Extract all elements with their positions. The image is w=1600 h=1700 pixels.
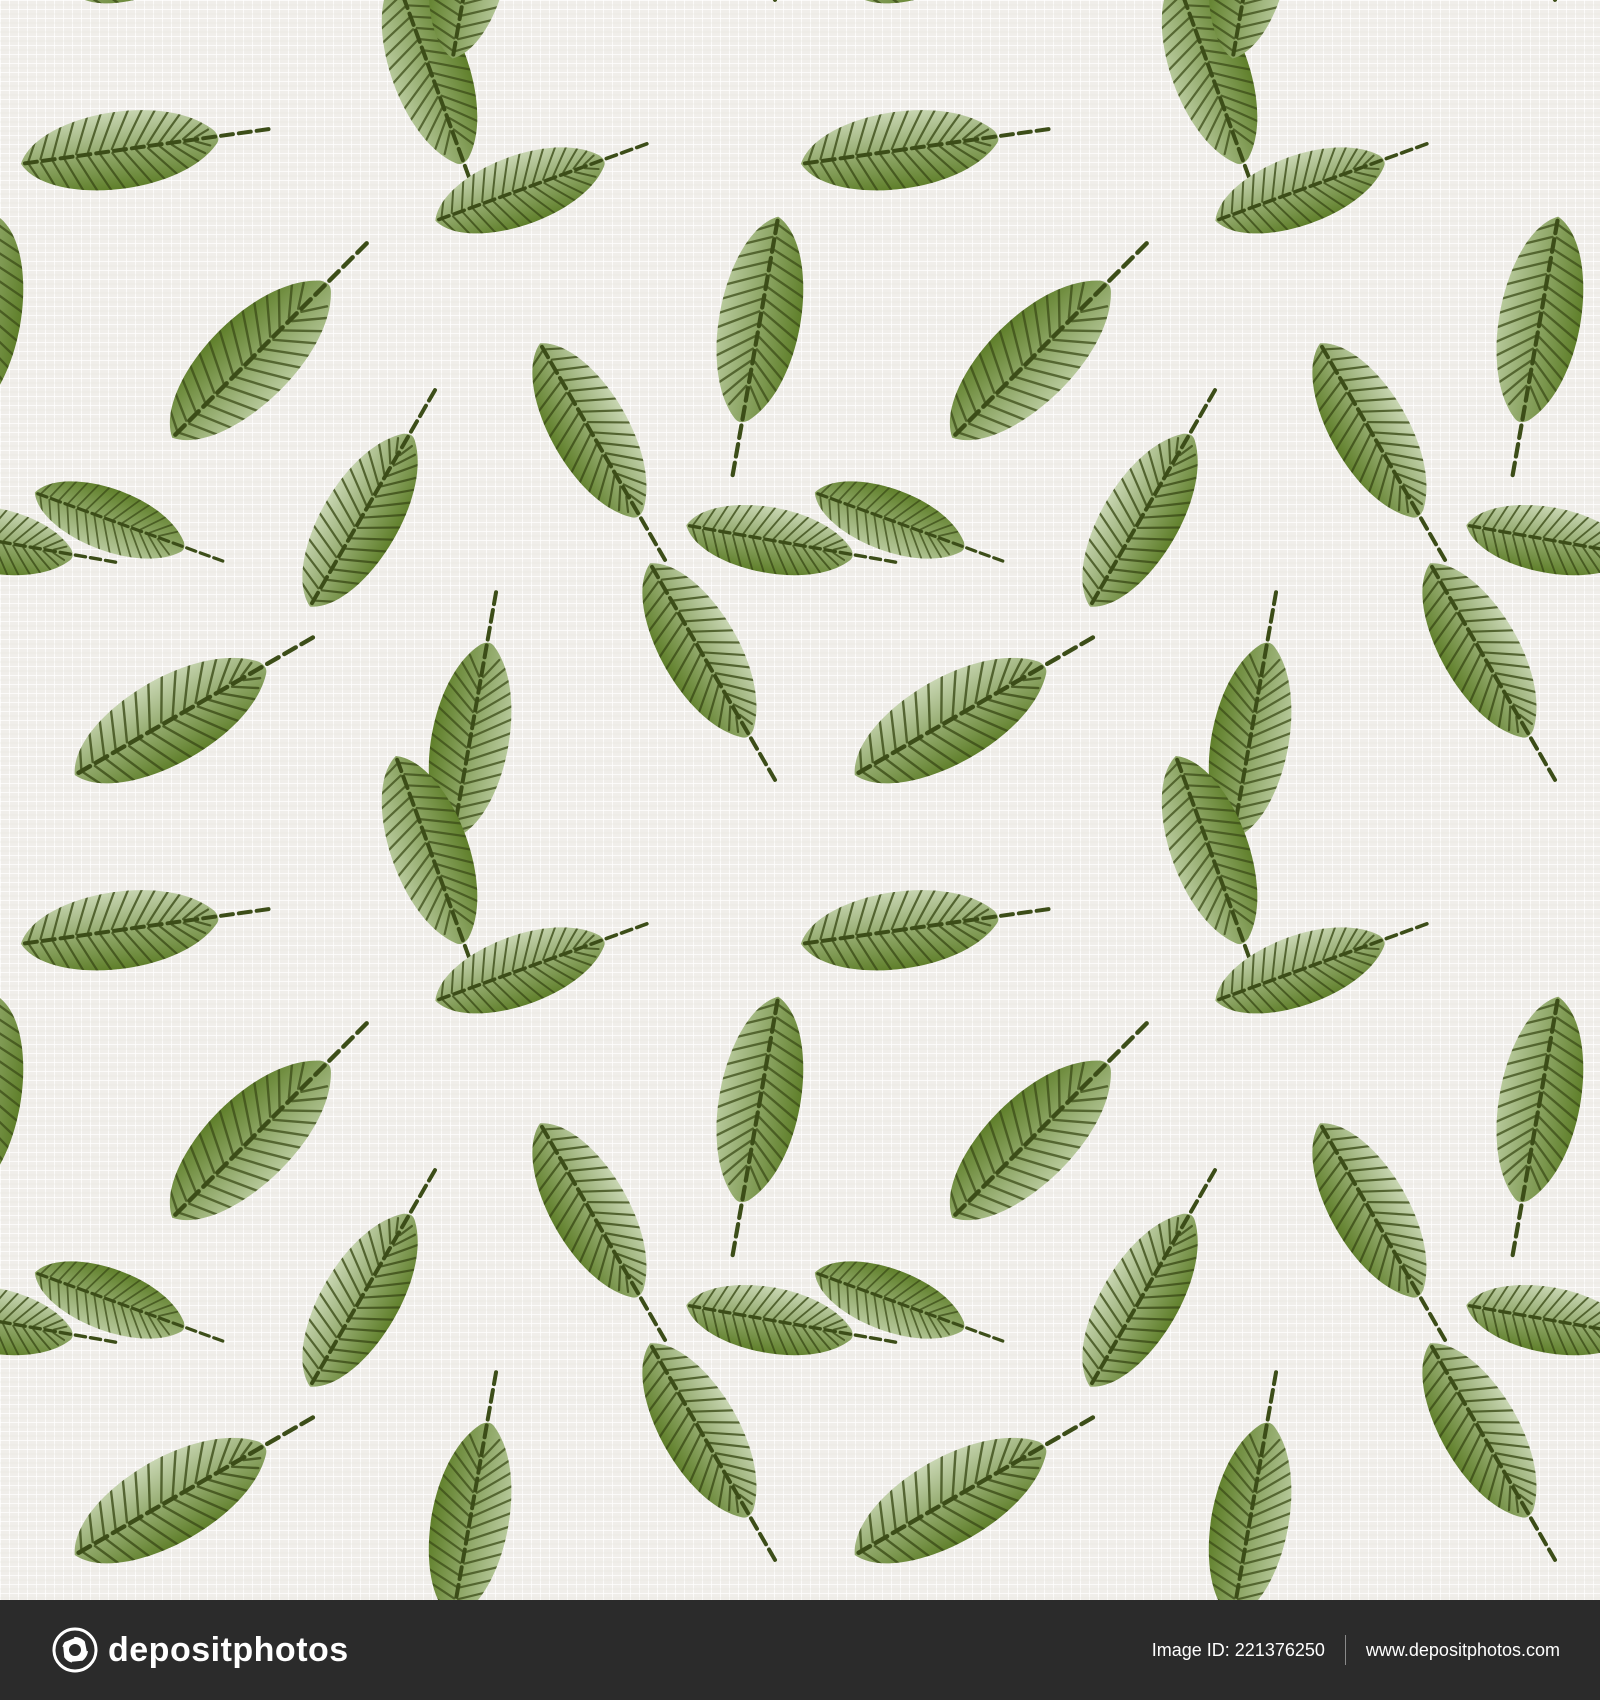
image-id-text: Image ID: 221376250 xyxy=(1152,1640,1325,1661)
brand-block: depositphotos xyxy=(52,1627,349,1673)
watermark-footer: depositphotos Image ID: 221376250 www.de… xyxy=(0,1600,1600,1700)
stock-photo-frame: depositphotos Image ID: 221376250 www.de… xyxy=(0,0,1600,1700)
camera-aperture-icon xyxy=(52,1627,98,1673)
pattern-canvas xyxy=(0,0,1600,1600)
image-id-value: 221376250 xyxy=(1234,1639,1325,1660)
meta-divider xyxy=(1344,1635,1346,1665)
image-meta: Image ID: 221376250 www.depositphotos.co… xyxy=(1152,1635,1560,1665)
image-id-label: Image ID: xyxy=(1151,1639,1230,1660)
brand-name: depositphotos xyxy=(108,1630,349,1669)
embroidered-leaf-pattern xyxy=(0,0,1600,1600)
site-url: www.depositphotos.com xyxy=(1365,1639,1560,1660)
linen-background xyxy=(0,0,1600,1600)
